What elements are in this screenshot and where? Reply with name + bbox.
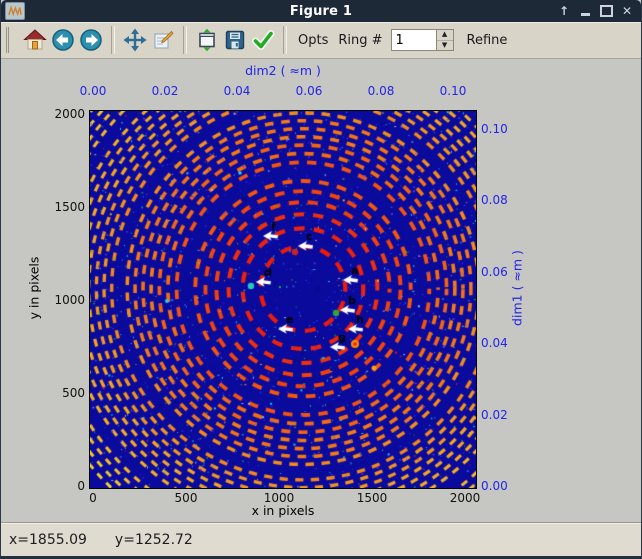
save-button[interactable] [221,25,249,55]
cursor-y-readout: y=1252.72 [115,532,193,548]
zoom-edit-button[interactable] [149,25,177,55]
status-bar: x=1855.09 y=1252.72 [1,522,641,556]
toolbar-separator [283,26,287,54]
edit-note-icon [151,28,175,52]
tick-label: 0.04 [481,335,508,351]
tick-label: 1000 [264,490,295,506]
tick-label: 2000 [29,106,85,122]
plot-frame [90,111,476,488]
tick-label: 1000 [29,292,85,308]
minimize-button[interactable] [578,4,592,18]
tick-label: 0 [89,490,97,506]
back-icon [51,28,75,52]
tick-label: 0.02 [152,83,179,99]
floppy-save-icon [223,28,247,52]
pan-icon [123,28,147,52]
ring-number-spinbox[interactable]: ▲ ▼ [391,29,454,51]
shade-button[interactable]: ↑ [557,4,571,18]
figure-canvas-area: dim2 ( ≈m ) 0.00 0.02 0.04 0.06 0.08 0.10 y i… [1,59,641,522]
left-axis-label: y in pixels [27,257,42,320]
cursor-x-readout: x=1855.09 [9,532,87,548]
figure-window: Figure 1 ↑ ✕ [0,0,642,559]
pan-button[interactable] [121,25,149,55]
tick-label: 0.00 [481,478,508,494]
home-icon [23,28,47,52]
tick-label: 0.02 [481,407,508,423]
forward-icon [79,28,103,52]
apply-button[interactable] [249,25,277,55]
opts-button[interactable]: Opts [298,33,328,48]
tick-label: 0.10 [440,83,467,99]
refine-button[interactable]: Refine [467,33,508,48]
forward-button[interactable] [77,25,105,55]
tick-label: 0.06 [481,264,508,280]
tick-label: 0 [29,478,85,494]
top-axis-label: dim2 ( ≈m ) [90,63,476,78]
tick-label: 0.00 [80,83,107,99]
spin-up-button[interactable]: ▲ [437,30,453,41]
close-button[interactable]: ✕ [620,4,634,18]
checkmark-icon [251,28,275,52]
tick-label: 1500 [29,199,85,215]
toolbar-grip[interactable] [6,27,15,53]
title-bar[interactable]: Figure 1 ↑ ✕ [1,0,641,22]
ring-number-label: Ring # [338,33,382,48]
configure-window-icon [195,28,219,52]
navigation-toolbar: Opts Ring # ▲ ▼ Refine [1,22,641,59]
tick-label: 0.06 [296,83,323,99]
tick-label: 500 [29,385,85,401]
tick-label: 0.08 [368,83,395,99]
tick-label: 0.04 [224,83,251,99]
toolbar-separator [111,26,115,54]
calibration-image-canvas[interactable] [90,111,476,488]
tick-label: 2000 [450,490,481,506]
spin-down-button[interactable]: ▼ [437,41,453,51]
home-button[interactable] [21,25,49,55]
tick-label: 0.10 [481,121,508,137]
right-axis-label: dim1 ( ≈m ) [510,250,525,326]
maximize-button[interactable] [599,4,613,18]
ring-number-input[interactable] [392,30,436,50]
toolbar-separator [183,26,187,54]
tick-label: 0.08 [481,192,508,208]
tick-label: 1500 [357,490,388,506]
window-title: Figure 1 [1,4,641,19]
tick-label: 500 [175,490,198,506]
back-button[interactable] [49,25,77,55]
subplots-button[interactable] [193,25,221,55]
